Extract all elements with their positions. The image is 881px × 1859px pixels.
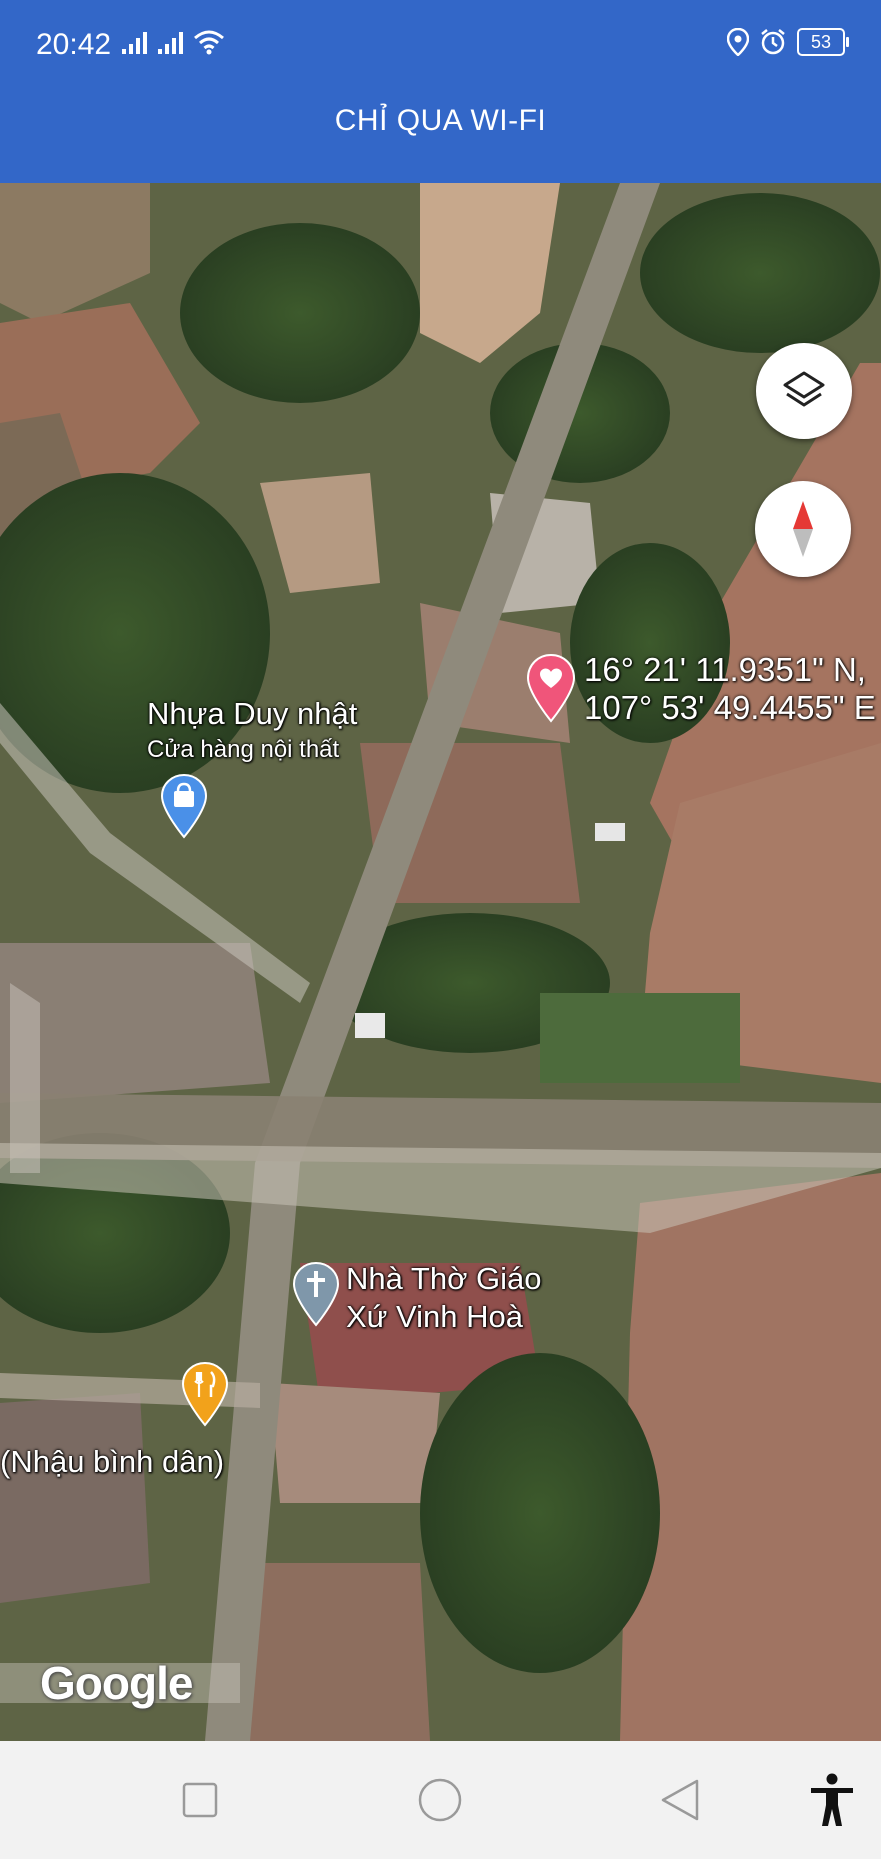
longitude-text: 107° 53' 49.4455" E [584,689,876,726]
battery-icon: 53 [797,28,849,56]
alarm-icon [761,29,785,55]
marker-coordinates: 16° 21' 11.9351" N, 107° 53' 49.4455" E [584,651,876,727]
recents-square-icon [182,1782,218,1818]
back-button[interactable] [650,1741,710,1859]
place-name[interactable]: Xứ Vinh Hoà [346,1299,523,1335]
layers-button[interactable] [756,343,852,439]
compass-icon [793,501,813,557]
status-time: 20:42 [36,28,112,61]
system-nav-bar [0,1741,881,1859]
heart-pin-icon[interactable] [526,653,576,723]
location-icon [727,28,749,56]
accessibility-icon [811,1773,853,1826]
church-cross-pin-icon[interactable] [292,1261,340,1327]
latitude-text: 16° 21' 11.9351" N, [584,651,866,688]
wifi-icon [194,30,224,55]
home-button[interactable] [410,1741,470,1859]
shopping-bag-pin-icon[interactable] [160,773,208,839]
signal-icon [158,32,183,54]
accessibility-button[interactable] [800,1741,864,1859]
page-title: CHỈ QUA WI-FI [334,104,547,137]
place-name[interactable]: Nhà Thờ Giáo [346,1261,542,1297]
app-header: 20:42 53 CHỈ QUA WI-FI [0,0,881,183]
satellite-map[interactable]: Nhựa Duy nhật Cửa hàng nội thất 16° 21' … [0,183,881,1741]
place-name[interactable]: Nhựa Duy nhật [147,696,357,732]
place-category: Cửa hàng nội thất [147,736,340,763]
satellite-imagery [0,183,881,1741]
status-icons: 53 [727,28,849,56]
recents-button[interactable] [170,1741,230,1859]
home-circle-icon [418,1778,462,1822]
place-name[interactable]: (Nhậu bình dân) [0,1444,224,1480]
google-attribution: Google [40,1657,193,1709]
signal-icon [122,32,147,54]
layers-icon [783,371,825,407]
compass-button[interactable] [755,481,851,577]
restaurant-pin-icon[interactable] [181,1361,229,1427]
back-triangle-icon [661,1779,699,1821]
